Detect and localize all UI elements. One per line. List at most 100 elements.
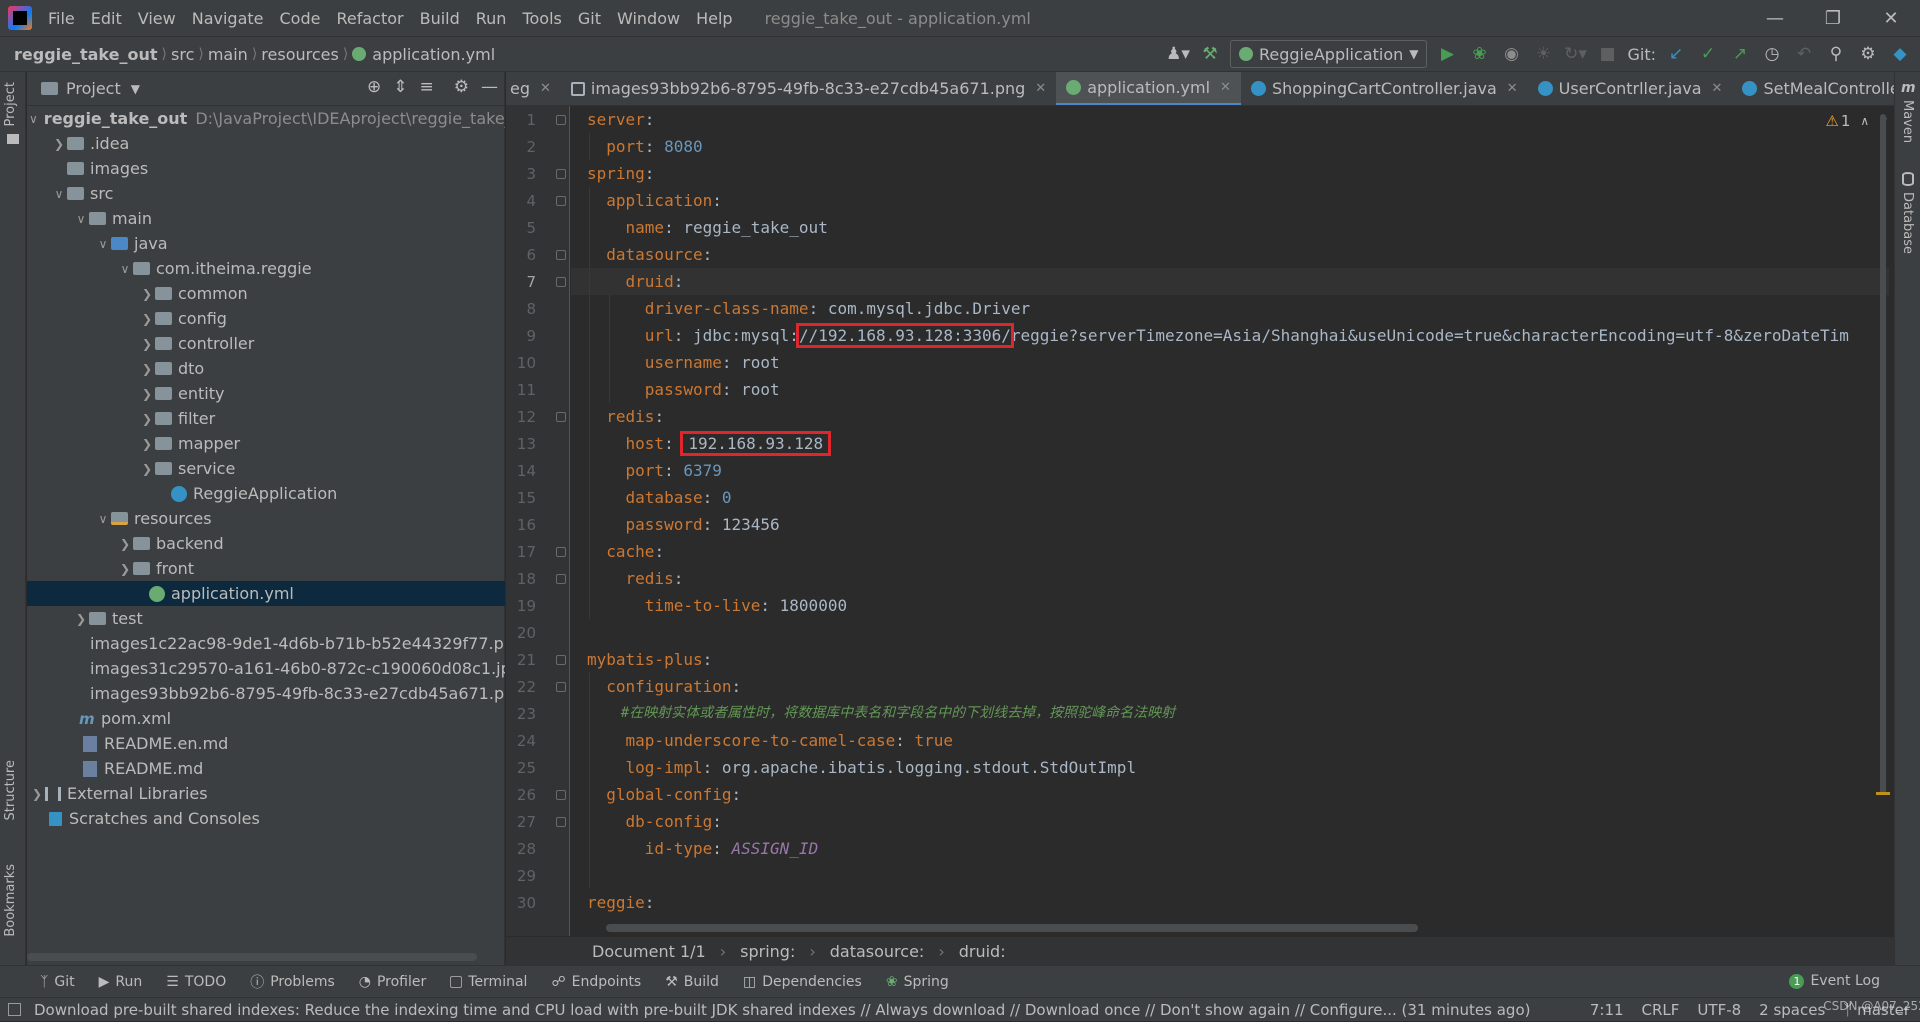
menu-edit[interactable]: Edit <box>83 9 130 28</box>
tree-item-application-yml[interactable]: application.yml <box>27 581 505 606</box>
menu-run[interactable]: Run <box>468 9 515 28</box>
project-tool-tab[interactable]: Project <box>3 82 18 126</box>
expand-all-icon[interactable]: ⇕ <box>393 77 407 97</box>
bookmarks-tool-tab[interactable]: Bookmarks <box>3 864 18 937</box>
menu-refactor[interactable]: Refactor <box>328 9 411 28</box>
tree-item-reggie-application[interactable]: ReggieApplication <box>27 481 505 506</box>
chevron-right-icon[interactable]: ❯ <box>139 312 155 326</box>
tree-item-controller[interactable]: ❯ controller <box>27 331 505 356</box>
chevron-down-icon[interactable]: ∨ <box>51 187 67 201</box>
tool-git[interactable]: ᛉ Git <box>40 974 75 990</box>
close-tab-icon[interactable]: ✕ <box>1035 81 1046 96</box>
breadcrumb-project[interactable]: reggie_take_out <box>0 45 162 64</box>
inspection-widget[interactable]: ⚠ 1 ∧ ∨ <box>1825 112 1888 130</box>
tree-item-config[interactable]: ❯ config <box>27 306 505 331</box>
tree-item-idea[interactable]: ❯ .idea <box>27 131 505 156</box>
debug-icon[interactable]: ❀ <box>1467 42 1491 66</box>
chevron-down-icon[interactable]: ∨ <box>117 262 133 276</box>
chevron-right-icon[interactable]: ❯ <box>51 137 67 151</box>
horizontal-scrollbar[interactable] <box>27 953 477 961</box>
tree-item-root[interactable]: ∨ reggie_take_out D:\JavaProject\IDEApro… <box>27 106 505 131</box>
tab-shopping-cart-controller[interactable]: ShoppingCartController.java ✕ <box>1241 72 1528 105</box>
tool-profiler[interactable]: ◔ Profiler <box>359 974 427 990</box>
fold-icon[interactable] <box>556 655 566 665</box>
chevron-up-icon[interactable]: ∧ <box>1860 114 1869 128</box>
gear-icon[interactable]: ⚙ <box>454 77 469 97</box>
search-icon[interactable]: ⚲ <box>1824 42 1848 66</box>
fold-icon[interactable] <box>556 682 566 692</box>
tree-item-external-libraries[interactable]: ❯ External Libraries <box>27 781 505 806</box>
chevron-right-icon[interactable]: ❯ <box>139 287 155 301</box>
fold-icon[interactable] <box>556 196 566 206</box>
tree-item-mapper[interactable]: ❯ mapper <box>27 431 505 456</box>
tree-item-image-file[interactable]: images1c22ac98-9de1-4d6b-b71b-b52e44329f… <box>27 631 505 656</box>
tool-spring[interactable]: ❀ Spring <box>886 974 949 990</box>
build-hammer-icon[interactable]: ⚒ <box>1198 42 1222 66</box>
tab-application-yml[interactable]: application.yml ✕ <box>1056 72 1241 105</box>
indent-setting[interactable]: 2 spaces <box>1759 1001 1825 1019</box>
tree-item-dto[interactable]: ❯ dto <box>27 356 505 381</box>
vertical-scrollbar[interactable] <box>1880 114 1886 794</box>
line-separator[interactable]: CRLF <box>1642 1001 1680 1019</box>
tree-item-image-file[interactable]: images31c29570-a161-46b0-872c-c190060d08… <box>27 656 505 681</box>
tree-item-readme[interactable]: README.md <box>27 756 505 781</box>
document-indicator[interactable]: Document 1/1 <box>592 942 706 961</box>
tree-item-resources[interactable]: ∨ resources <box>27 506 505 531</box>
breadcrumb-druid[interactable]: druid: <box>959 942 1006 961</box>
chevron-down-icon[interactable]: ▼ <box>131 82 140 96</box>
menu-code[interactable]: Code <box>272 9 329 28</box>
menu-navigate[interactable]: Navigate <box>184 9 272 28</box>
file-encoding[interactable]: UTF-8 <box>1697 1001 1741 1019</box>
minimize-icon[interactable]: — <box>1746 0 1804 36</box>
git-update-icon[interactable]: ↙ <box>1664 42 1688 66</box>
rollback-icon[interactable]: ↶ <box>1792 42 1816 66</box>
breadcrumb-file[interactable]: application.yml <box>372 45 499 64</box>
history-icon[interactable]: ◷ <box>1760 42 1784 66</box>
chevron-right-icon[interactable]: ❯ <box>117 537 133 551</box>
tree-item-readme-en[interactable]: README.en.md <box>27 731 505 756</box>
fold-icon[interactable] <box>556 115 566 125</box>
status-message[interactable]: Download pre-built shared indexes: Reduc… <box>34 1001 1530 1019</box>
fold-icon[interactable] <box>556 790 566 800</box>
tab-image-file[interactable]: images93bb92b6-8795-49fb-8c33-e27cdb45a6… <box>561 72 1056 105</box>
tree-item-java[interactable]: ∨ java <box>27 231 505 256</box>
tree-item-front[interactable]: ❯ front <box>27 556 505 581</box>
close-tab-icon[interactable]: ✕ <box>540 81 551 96</box>
git-push-icon[interactable]: ↗ <box>1728 42 1752 66</box>
status-square-icon[interactable] <box>8 1003 21 1016</box>
fold-icon[interactable] <box>556 817 566 827</box>
fold-icon[interactable] <box>556 277 566 287</box>
breadcrumb-src[interactable]: src <box>167 45 198 64</box>
chevron-down-icon[interactable]: ∨ <box>73 212 89 226</box>
tool-problems[interactable]: ⓘ Problems <box>250 972 335 992</box>
tree-item-image-file[interactable]: images93bb92b6-8795-49fb-8c33-e27cdb45a6… <box>27 681 505 706</box>
breadcrumb-main[interactable]: main <box>204 45 252 64</box>
chevron-right-icon[interactable]: ❯ <box>139 437 155 451</box>
settings-icon[interactable]: ⚙ <box>1856 42 1880 66</box>
maven-tool-tab[interactable]: Maven <box>1900 100 1915 143</box>
close-tab-icon[interactable]: ✕ <box>1220 80 1231 95</box>
tool-build[interactable]: ⚒ Build <box>665 974 719 990</box>
tree-item-service[interactable]: ❯ service <box>27 456 505 481</box>
more-run-icon[interactable]: ↻▾ <box>1563 42 1587 66</box>
caret-position[interactable]: 7:11 <box>1590 1001 1624 1019</box>
close-tab-icon[interactable]: ✕ <box>1507 81 1518 96</box>
collapse-all-icon[interactable]: ≡ <box>420 77 434 97</box>
fold-icon[interactable] <box>556 574 566 584</box>
fold-icon[interactable] <box>556 412 566 422</box>
tool-dependencies[interactable]: ◫ Dependencies <box>743 974 862 990</box>
tree-item-package[interactable]: ∨ com.itheima.reggie <box>27 256 505 281</box>
tree-item-scratches[interactable]: Scratches and Consoles <box>27 806 505 831</box>
menu-view[interactable]: View <box>130 9 184 28</box>
close-icon[interactable]: ✕ <box>1862 0 1920 36</box>
fold-icon[interactable] <box>556 547 566 557</box>
breadcrumb-spring[interactable]: spring: <box>740 942 795 961</box>
chevron-right-icon[interactable]: ❯ <box>139 462 155 476</box>
chevron-right-icon[interactable]: ❯ <box>139 362 155 376</box>
structure-tool-tab[interactable]: Structure <box>3 760 18 820</box>
menu-window[interactable]: Window <box>609 9 688 28</box>
restore-icon[interactable]: ❐ <box>1804 0 1862 36</box>
run-icon[interactable]: ▶ <box>1435 42 1459 66</box>
git-branch[interactable]: ᛉ master CSDN @A07_2524 <box>1823 999 1920 1019</box>
tree-item-entity[interactable]: ❯ entity <box>27 381 505 406</box>
